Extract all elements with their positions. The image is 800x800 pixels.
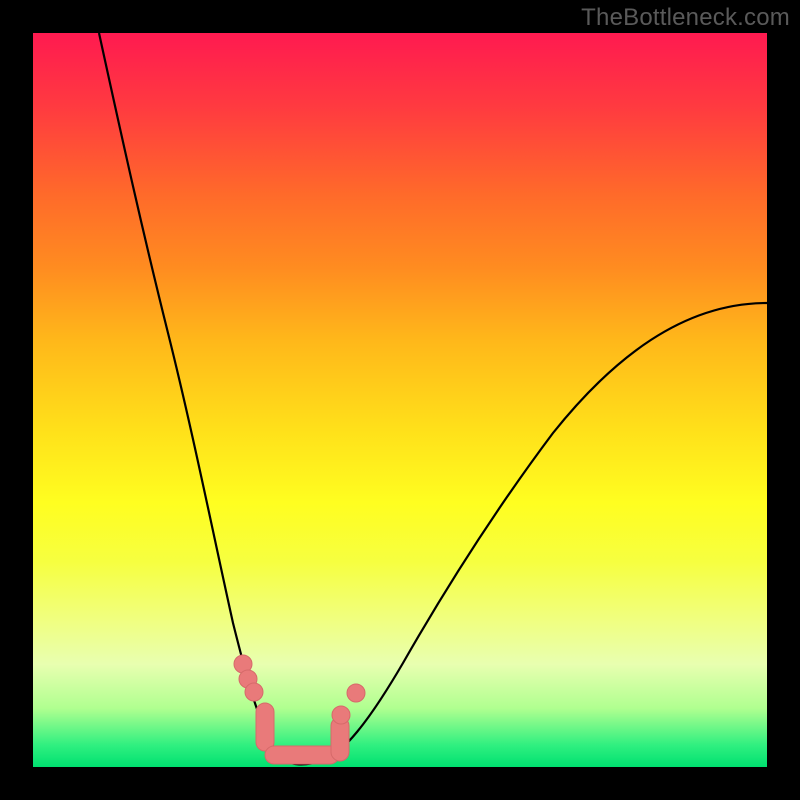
marker-bar xyxy=(256,703,274,751)
marker-dot xyxy=(332,706,350,724)
curve-path xyxy=(99,33,767,764)
chart-frame: TheBottleneck.com xyxy=(0,0,800,800)
marker-dot xyxy=(347,684,365,702)
marker-cluster xyxy=(234,655,365,764)
marker-bar xyxy=(265,746,339,764)
marker-dot xyxy=(245,683,263,701)
plot-area xyxy=(33,33,767,767)
bottleneck-curve xyxy=(33,33,767,767)
watermark-text: TheBottleneck.com xyxy=(581,4,790,32)
